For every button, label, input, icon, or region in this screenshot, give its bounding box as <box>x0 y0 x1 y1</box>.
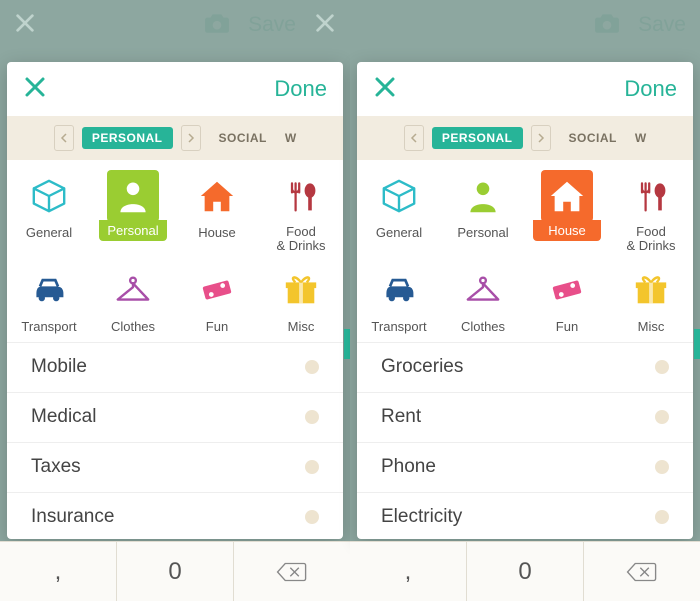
tab-personal[interactable]: PERSONAL <box>432 127 523 149</box>
dot-icon <box>305 410 319 424</box>
category-sheet: Done PERSONAL SOCIAL W General Personal … <box>7 62 343 539</box>
list-item[interactable]: Groceries <box>357 342 693 392</box>
dot-icon <box>655 360 669 374</box>
numpad-row: , 0 <box>350 541 700 601</box>
topbar: Save <box>0 0 350 50</box>
numpad-row: , 0 <box>0 541 350 601</box>
subcategory-list[interactable]: Groceries Rent Phone Electricity <box>357 342 693 539</box>
list-item[interactable]: Rent <box>357 392 693 442</box>
list-item[interactable]: Medical <box>7 392 343 442</box>
dot-icon <box>305 510 319 524</box>
screen-left: Save Done PERSONAL SOCIAL W General Pers… <box>0 0 350 601</box>
screen-right: Save Done PERSONAL SOCIAL W General Pers… <box>350 0 700 601</box>
cat-house[interactable]: House <box>525 166 609 260</box>
dot-icon <box>655 460 669 474</box>
chevron-right-icon[interactable] <box>181 125 201 151</box>
camera-icon[interactable] <box>204 12 230 39</box>
cat-personal[interactable]: Personal <box>441 166 525 260</box>
cat-misc[interactable]: Misc <box>609 260 693 340</box>
chevron-right-icon[interactable] <box>531 125 551 151</box>
save-button[interactable]: Save <box>248 13 296 37</box>
tab-strip: PERSONAL SOCIAL W <box>7 116 343 160</box>
chevron-left-icon[interactable] <box>54 125 74 151</box>
cat-fun[interactable]: Fun <box>175 260 259 340</box>
key-backspace[interactable] <box>584 542 700 601</box>
key-zero[interactable]: 0 <box>117 542 234 601</box>
list-item[interactable]: Phone <box>357 442 693 492</box>
dot-icon <box>655 410 669 424</box>
key-zero[interactable]: 0 <box>467 542 584 601</box>
cat-general[interactable]: General <box>357 166 441 260</box>
dot-icon <box>305 460 319 474</box>
list-item[interactable]: Insurance <box>7 492 343 539</box>
tab-personal[interactable]: PERSONAL <box>82 127 173 149</box>
list-item[interactable]: Taxes <box>7 442 343 492</box>
done-button[interactable]: Done <box>624 76 677 102</box>
tab-clipped[interactable]: W <box>285 131 296 145</box>
list-item[interactable]: Electricity <box>357 492 693 539</box>
topbar: Save <box>350 0 700 50</box>
cat-general[interactable]: General <box>7 166 91 260</box>
cat-food[interactable]: Food & Drinks <box>259 166 343 260</box>
cat-clothes[interactable]: Clothes <box>441 260 525 340</box>
save-button[interactable]: Save <box>638 13 686 37</box>
cat-food[interactable]: Food & Drinks <box>609 166 693 260</box>
cat-misc[interactable]: Misc <box>259 260 343 340</box>
done-button[interactable]: Done <box>274 76 327 102</box>
category-grid: General Personal House Food & Drinks Tra… <box>357 160 693 342</box>
tab-strip: PERSONAL SOCIAL W <box>357 116 693 160</box>
cat-personal[interactable]: Personal <box>91 166 175 260</box>
camera-icon[interactable] <box>594 12 620 39</box>
close-icon[interactable] <box>23 75 47 104</box>
subcategory-list[interactable]: Mobile Medical Taxes Insurance <box>7 342 343 539</box>
accent-bar <box>694 329 700 359</box>
category-sheet: Done PERSONAL SOCIAL W General Personal … <box>357 62 693 539</box>
list-item[interactable]: Mobile <box>7 342 343 392</box>
cat-transport[interactable]: Transport <box>7 260 91 340</box>
cat-clothes[interactable]: Clothes <box>91 260 175 340</box>
close-icon[interactable] <box>373 75 397 104</box>
cat-house[interactable]: House <box>175 166 259 260</box>
key-comma[interactable]: , <box>0 542 117 601</box>
dot-icon <box>305 360 319 374</box>
chevron-left-icon[interactable] <box>404 125 424 151</box>
close-icon[interactable] <box>314 12 336 39</box>
tab-clipped[interactable]: W <box>635 131 646 145</box>
tab-social[interactable]: SOCIAL <box>209 127 277 149</box>
cat-transport[interactable]: Transport <box>357 260 441 340</box>
dot-icon <box>655 510 669 524</box>
key-comma[interactable]: , <box>350 542 467 601</box>
close-icon[interactable] <box>14 12 36 39</box>
category-grid: General Personal House Food & Drinks Tra… <box>7 160 343 342</box>
tab-social[interactable]: SOCIAL <box>559 127 627 149</box>
cat-fun[interactable]: Fun <box>525 260 609 340</box>
key-backspace[interactable] <box>234 542 350 601</box>
